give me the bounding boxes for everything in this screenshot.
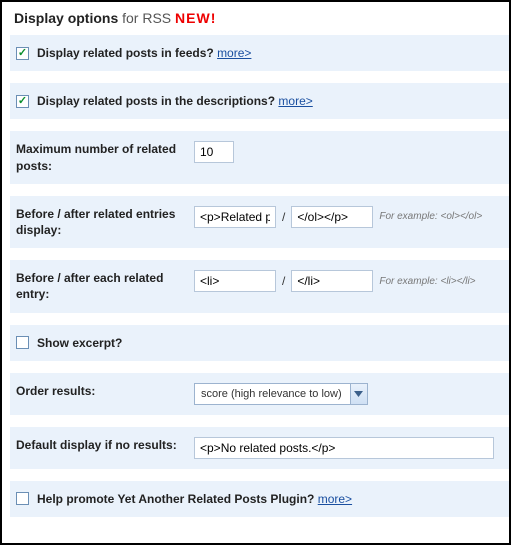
row-max-posts: Maximum number of related posts: [10, 130, 509, 184]
separator-slash: / [282, 210, 285, 224]
title-new-badge: NEW! [175, 10, 216, 26]
row-before-after-display: Before / after related entries display: … [10, 195, 509, 249]
label-help-promote: Help promote Yet Another Related Posts P… [37, 492, 314, 506]
row-order-results: Order results: score (high relevance to … [10, 372, 509, 416]
input-after-display[interactable] [291, 206, 373, 228]
label-before-after-entry: Before / after each related entry: [16, 270, 186, 302]
input-max-posts[interactable] [194, 141, 234, 163]
label-before-after-display: Before / after related entries display: [16, 206, 186, 238]
select-order-value: score (high relevance to low) [201, 388, 350, 400]
row-default-display: Default display if no results: [10, 426, 509, 470]
select-order-results[interactable]: score (high relevance to low) [194, 383, 368, 405]
settings-panel: Display options for RSS NEW! Display rel… [0, 0, 511, 545]
title-main: Display options [14, 10, 118, 26]
checkbox-show-excerpt[interactable] [16, 336, 29, 349]
checkbox-display-descriptions[interactable] [16, 95, 29, 108]
checkbox-help-promote[interactable] [16, 492, 29, 505]
label-display-feeds: Display related posts in feeds? [37, 46, 214, 60]
label-display-descriptions: Display related posts in the description… [37, 94, 275, 108]
row-show-excerpt: Show excerpt? [10, 324, 509, 362]
input-default-display[interactable] [194, 437, 494, 459]
row-display-feeds: Display related posts in feeds? more> [10, 34, 509, 72]
separator-slash: / [282, 274, 285, 288]
more-link-promote[interactable]: more> [318, 492, 352, 506]
more-link-descriptions[interactable]: more> [278, 94, 312, 108]
row-display-descriptions: Display related posts in the description… [10, 82, 509, 120]
row-help-promote: Help promote Yet Another Related Posts P… [10, 480, 509, 518]
row-before-after-entry: Before / after each related entry: / For… [10, 259, 509, 313]
label-order-results: Order results: [16, 383, 186, 399]
chevron-down-icon [350, 384, 367, 404]
input-before-display[interactable] [194, 206, 276, 228]
label-show-excerpt: Show excerpt? [37, 335, 122, 351]
more-link-feeds[interactable]: more> [217, 46, 251, 60]
label-max-posts: Maximum number of related posts: [16, 141, 186, 173]
input-after-entry[interactable] [291, 270, 373, 292]
input-before-entry[interactable] [194, 270, 276, 292]
title-for: for RSS [122, 10, 171, 26]
section-title: Display options for RSS NEW! [14, 10, 509, 26]
example-before-after-display: For example: <ol></ol> [379, 211, 482, 222]
label-default-display: Default display if no results: [16, 437, 186, 453]
checkbox-display-feeds[interactable] [16, 47, 29, 60]
example-before-after-entry: For example: <li></li> [379, 276, 475, 287]
